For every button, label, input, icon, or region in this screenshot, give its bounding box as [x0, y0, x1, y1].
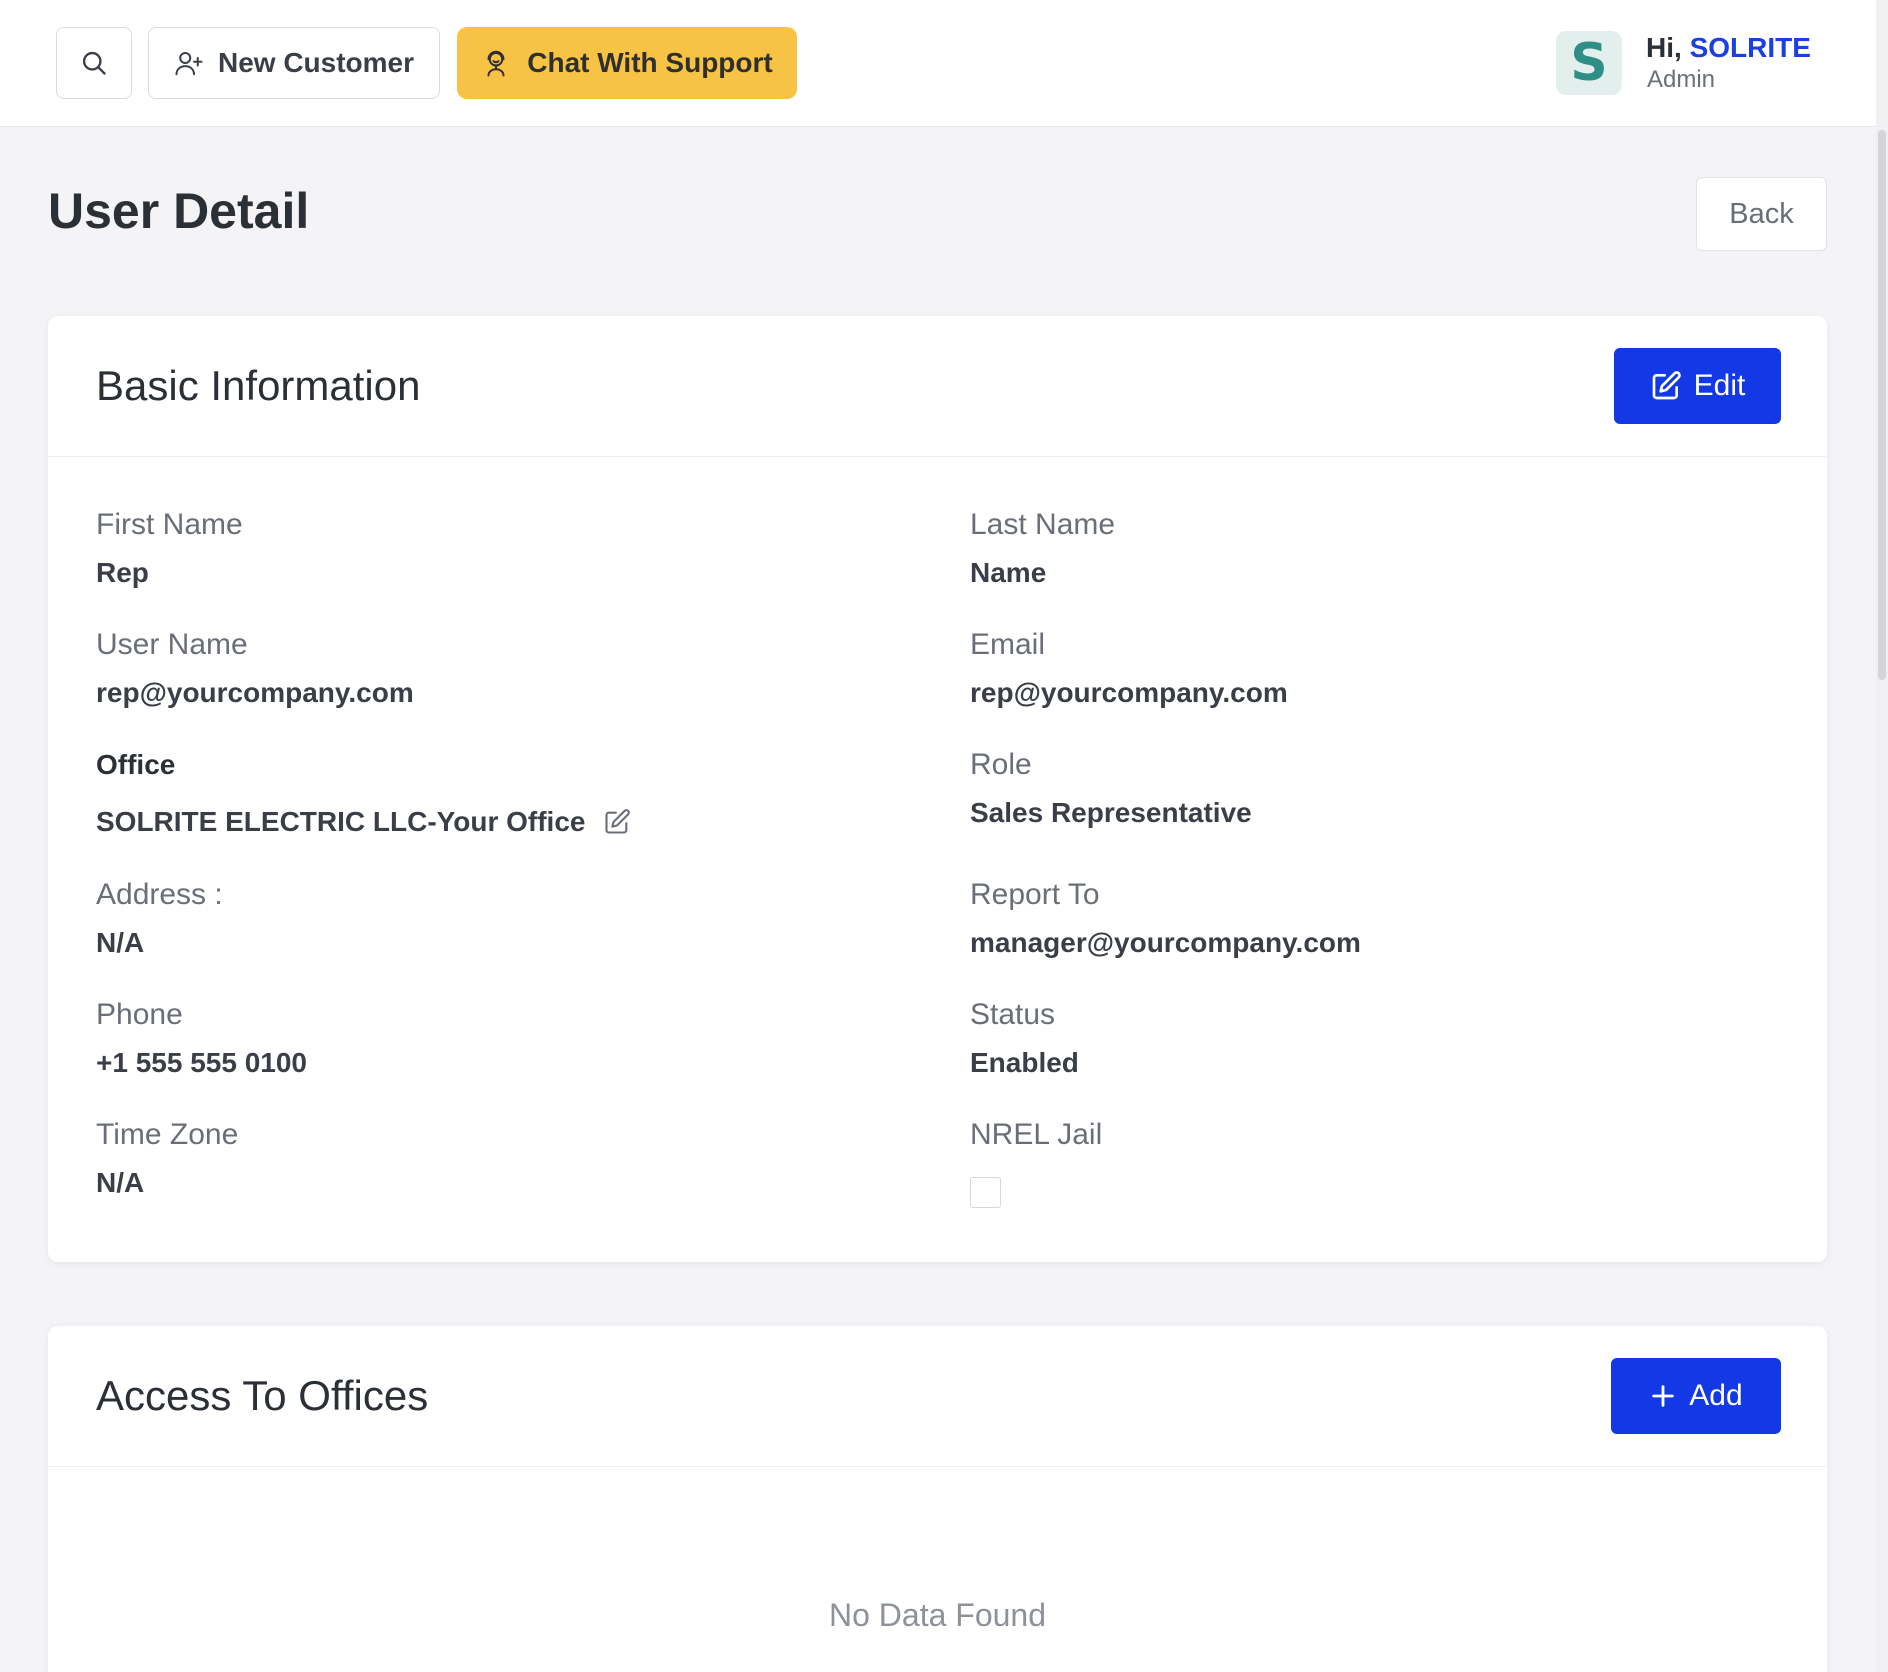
search-icon [80, 49, 108, 77]
edit-button[interactable]: Edit [1614, 348, 1781, 424]
user-name-value: rep@yourcompany.com [96, 677, 414, 708]
role-value: Sales Representative [970, 797, 1252, 828]
nrel-jail-label: NREL Jail [970, 1118, 1103, 1151]
phone-label: Phone [96, 998, 183, 1031]
status-value: Enabled [970, 1047, 1079, 1078]
office-label: Office [96, 749, 176, 780]
time-zone-value: N/A [96, 1167, 145, 1198]
access-to-offices-card: Access To Offices Add No Data Found [48, 1326, 1827, 1672]
back-button[interactable]: Back [1696, 177, 1827, 251]
last-name-label: Last Name [970, 508, 1116, 541]
greeting-prefix: Hi, [1646, 32, 1690, 63]
user-greeting: Hi, SOLRITE [1646, 32, 1811, 64]
nrel-jail-checkbox[interactable] [970, 1177, 1001, 1208]
new-customer-button[interactable]: New Customer [148, 27, 440, 99]
access-to-offices-header: Access To Offices Add [48, 1326, 1827, 1467]
address-value: N/A [96, 927, 145, 958]
report-to-value: manager@yourcompany.com [970, 927, 1361, 958]
add-user-icon [174, 48, 204, 78]
support-agent-icon [481, 48, 511, 78]
user-name-label: User Name [96, 628, 248, 661]
new-customer-label: New Customer [217, 47, 415, 78]
email-label: Email [970, 628, 1046, 661]
scrollbar-thumb[interactable] [1878, 130, 1886, 680]
add-label: Add [1689, 1379, 1743, 1412]
basic-information-card: Basic Information Edit First Name Rep Us… [48, 316, 1827, 1262]
avatar[interactable]: S [1556, 31, 1622, 95]
chat-with-support-label: Chat With Support [527, 47, 773, 78]
edit-label: Edit [1693, 369, 1746, 402]
greeting-name: SOLRITE [1689, 32, 1811, 63]
status-label: Status [970, 998, 1056, 1031]
time-zone-label: Time Zone [96, 1118, 239, 1151]
add-office-button[interactable]: Add [1611, 1358, 1781, 1434]
basic-information-header: Basic Information Edit [48, 316, 1827, 457]
page-title: User Detail [48, 183, 310, 239]
user-role: Admin [1647, 66, 1716, 93]
email-value: rep@yourcompany.com [970, 677, 1288, 708]
basic-information-title: Basic Information [96, 362, 421, 409]
chat-with-support-button[interactable]: Chat With Support [457, 27, 797, 99]
edit-icon [1650, 370, 1682, 402]
office-value-row: SOLRITE ELECTRIC LLC-Your Office [96, 806, 631, 838]
role-label: Role [970, 748, 1032, 781]
access-to-offices-title: Access To Offices [96, 1372, 429, 1419]
edit-office-icon[interactable] [603, 808, 631, 836]
search-button[interactable] [56, 27, 132, 99]
phone-value: +1 555 555 0100 [96, 1047, 307, 1078]
plus-icon [1649, 1382, 1677, 1410]
avatar-letter: S [1570, 33, 1608, 93]
top-navigation-bar: New Customer Chat With Support S Hi, SOL… [0, 0, 1876, 127]
last-name-value: Name [970, 557, 1047, 588]
first-name-value: Rep [96, 557, 149, 588]
first-name-label: First Name [96, 508, 243, 541]
office-value: SOLRITE ELECTRIC LLC-Your Office [96, 806, 586, 837]
address-label: Address : [96, 878, 223, 911]
no-data-message: No Data Found [828, 1597, 1046, 1633]
report-to-label: Report To [970, 878, 1100, 911]
